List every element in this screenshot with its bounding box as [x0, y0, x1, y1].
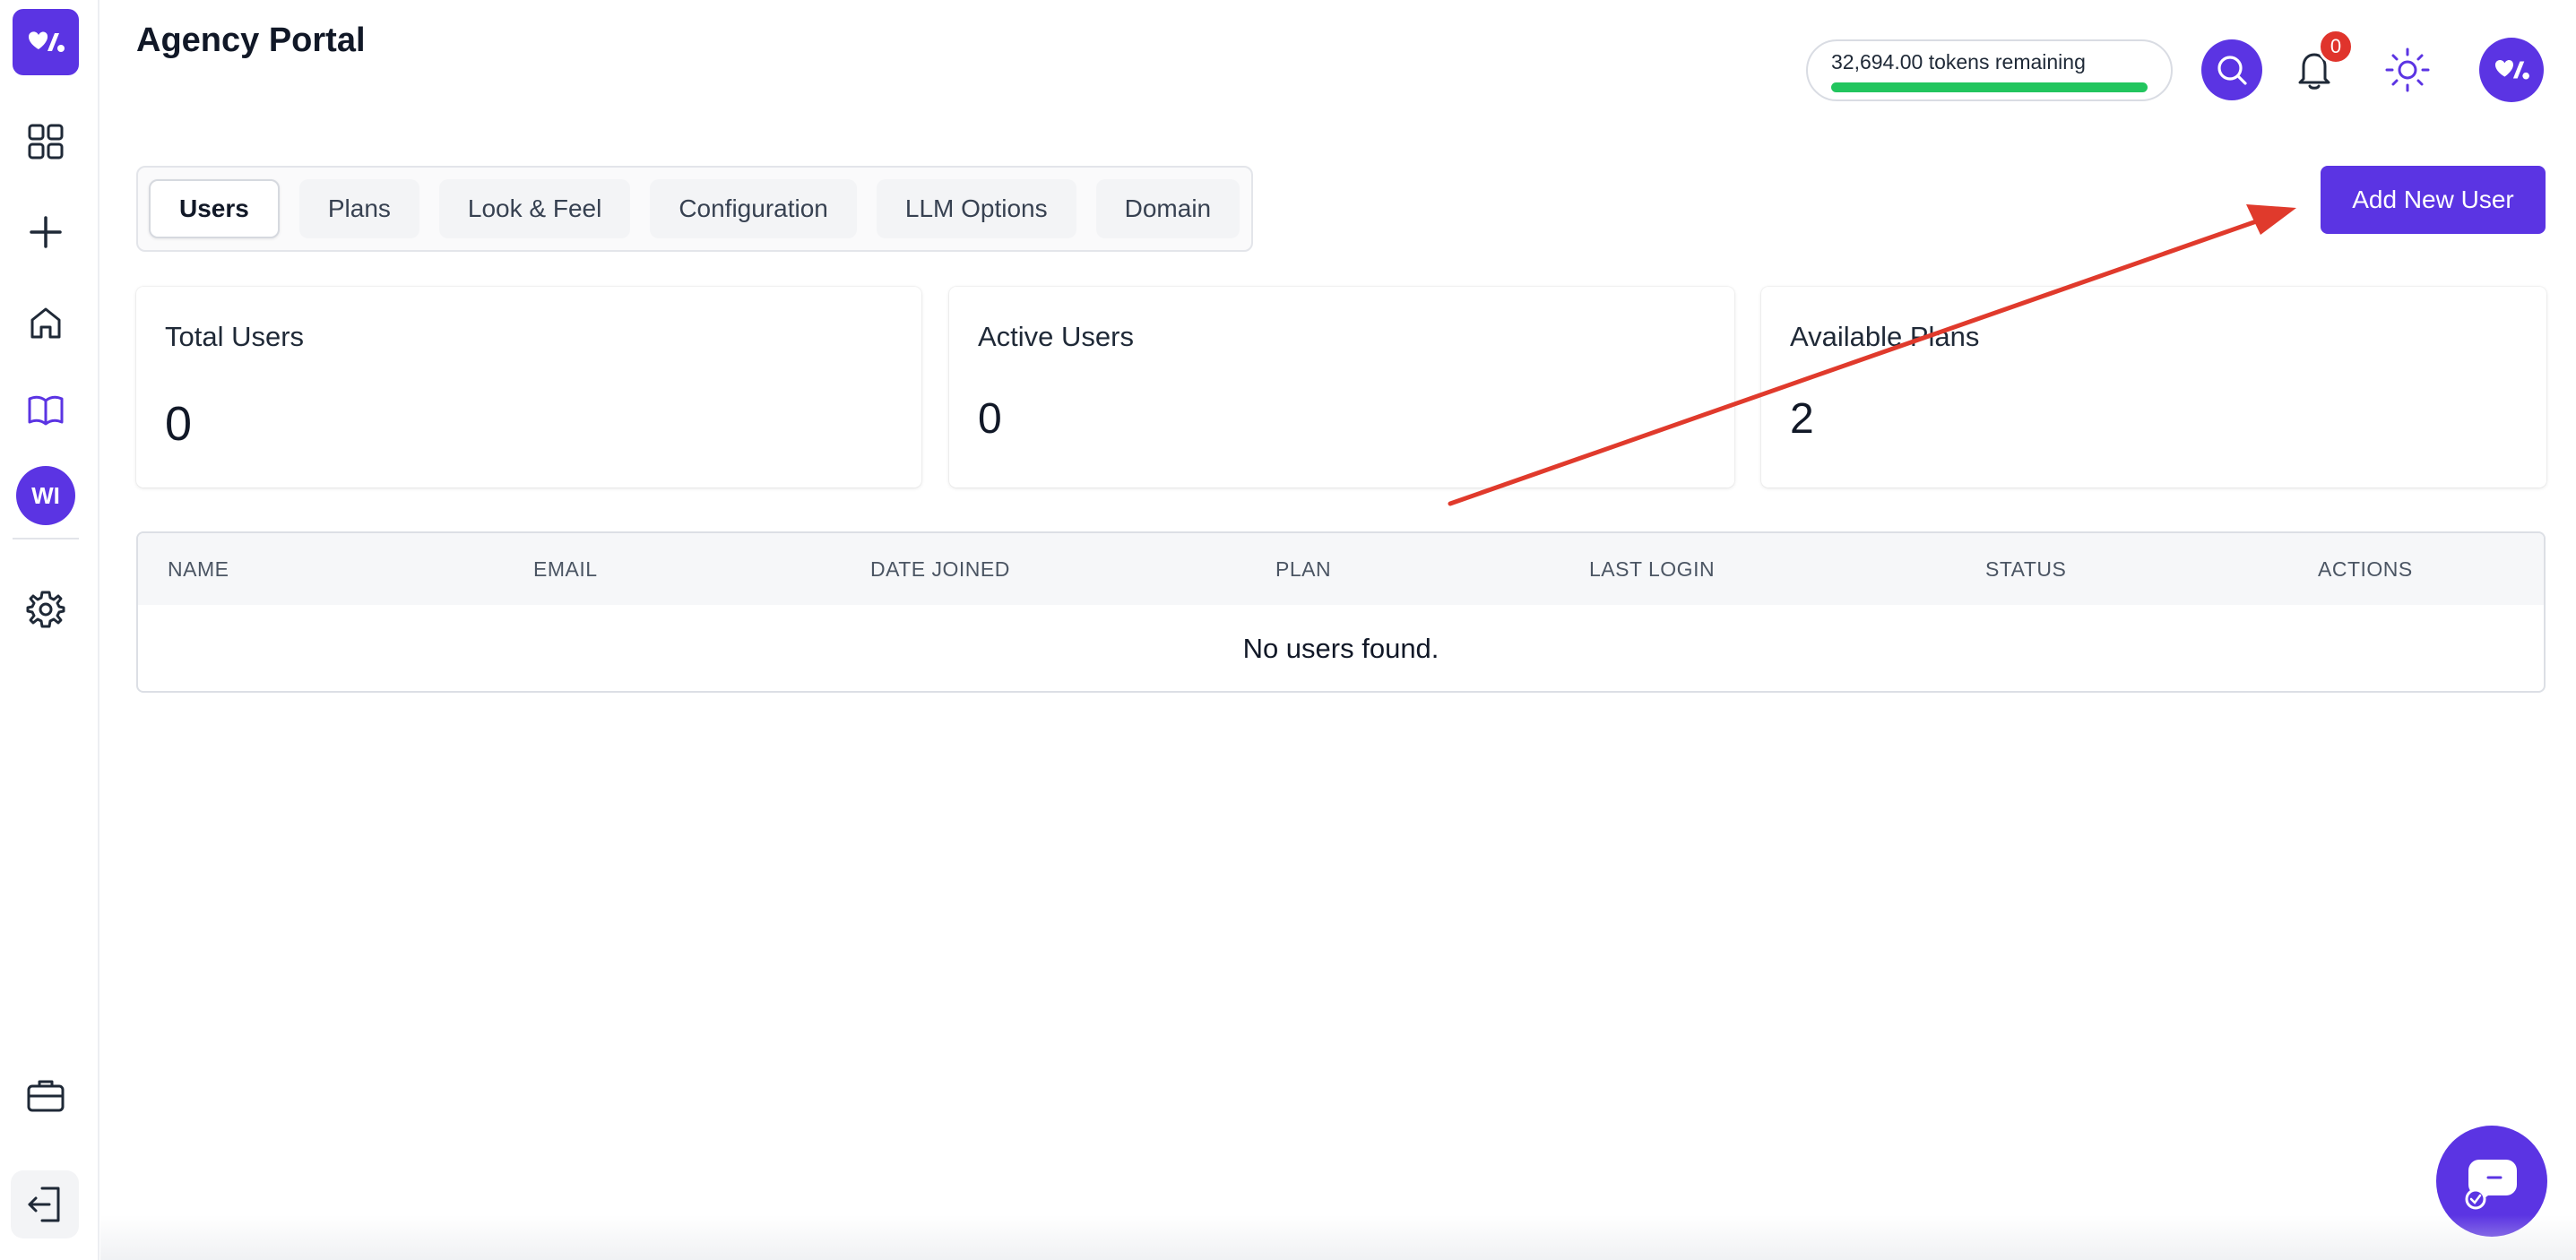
theme-toggle-button[interactable]	[2377, 39, 2438, 100]
column-header-actions: ACTIONS	[2318, 557, 2413, 581]
tab-users[interactable]: Users	[149, 179, 280, 238]
column-header-last-login[interactable]: LAST LOGIN	[1589, 533, 1715, 605]
app-logo[interactable]	[13, 9, 79, 75]
column-header-date-joined[interactable]: DATE JOINED	[870, 533, 1010, 605]
tokens-progress-bar	[1831, 82, 2148, 92]
stat-label: Active Users	[978, 321, 1134, 352]
column-header-email[interactable]: EMAIL	[533, 533, 598, 605]
page-title: Agency Portal	[136, 22, 366, 59]
logout-icon	[28, 1187, 60, 1222]
stat-label: Available Plans	[1790, 321, 1980, 352]
grid-icon	[28, 124, 64, 160]
stat-card-available-plans: Available Plans 2	[1761, 287, 2546, 488]
stat-card-active-users: Active Users 0	[949, 287, 1734, 488]
sun-icon	[2385, 47, 2430, 92]
sidebar-item-library[interactable]	[22, 387, 69, 434]
stat-card-total-users: Total Users 0	[136, 287, 921, 488]
logo-avatar-icon	[2494, 59, 2529, 80]
table-header: NAME EMAIL DATE JOINED PLAN LAST LOGIN S…	[138, 533, 2544, 605]
plus-icon	[30, 216, 62, 248]
tab-look-and-feel[interactable]: Look & Feel	[438, 179, 631, 238]
workspace-avatar[interactable]: WI	[16, 466, 75, 525]
add-new-user-button[interactable]: Add New User	[2321, 166, 2546, 234]
settings-icon	[26, 591, 65, 628]
sidebar-item-home[interactable]	[22, 299, 69, 346]
search-icon	[2217, 56, 2247, 85]
logo-icon	[29, 31, 65, 52]
logout-button[interactable]	[11, 1170, 79, 1238]
sidebar-item-dashboard[interactable]	[22, 118, 69, 165]
settings-tabs: Users Plans Look & Feel Configuration LL…	[136, 166, 1253, 252]
chat-icon	[2465, 1160, 2517, 1210]
tokens-remaining-text: 32,694.00 tokens remaining	[1831, 50, 2086, 73]
stat-value: 2	[1790, 395, 1814, 443]
column-header-name[interactable]: NAME	[168, 533, 229, 605]
empty-state-message: No users found.	[1242, 633, 1439, 664]
sidebar-item-briefcase[interactable]	[22, 1072, 69, 1118]
sidebar: WI	[0, 0, 99, 1260]
sidebar-divider	[13, 538, 79, 539]
users-table: NAME EMAIL DATE JOINED PLAN LAST LOGIN S…	[136, 531, 2546, 693]
home-icon	[30, 307, 61, 339]
column-header-status[interactable]: STATUS	[1985, 533, 2066, 605]
tab-domain[interactable]: Domain	[1095, 179, 1240, 238]
stat-value: 0	[165, 397, 193, 451]
briefcase-icon	[27, 1080, 65, 1112]
tokens-indicator: 32,694.00 tokens remaining	[1806, 39, 2173, 101]
search-button[interactable]	[2201, 39, 2262, 100]
column-header-plan[interactable]: PLAN	[1275, 533, 1331, 605]
sidebar-item-new[interactable]	[22, 209, 69, 255]
tab-llm-options[interactable]: LLM Options	[876, 179, 1076, 238]
profile-avatar-button[interactable]	[2479, 38, 2544, 102]
stat-label: Total Users	[165, 321, 305, 352]
sidebar-item-settings[interactable]	[22, 586, 69, 633]
stat-value: 0	[978, 395, 1002, 443]
notification-badge: 0	[2318, 29, 2354, 65]
workspace-initials: WI	[31, 481, 60, 509]
book-icon	[28, 395, 64, 426]
tab-plans[interactable]: Plans	[298, 179, 419, 238]
tab-configuration[interactable]: Configuration	[650, 179, 857, 238]
bottom-edge-fade	[100, 1215, 2576, 1260]
